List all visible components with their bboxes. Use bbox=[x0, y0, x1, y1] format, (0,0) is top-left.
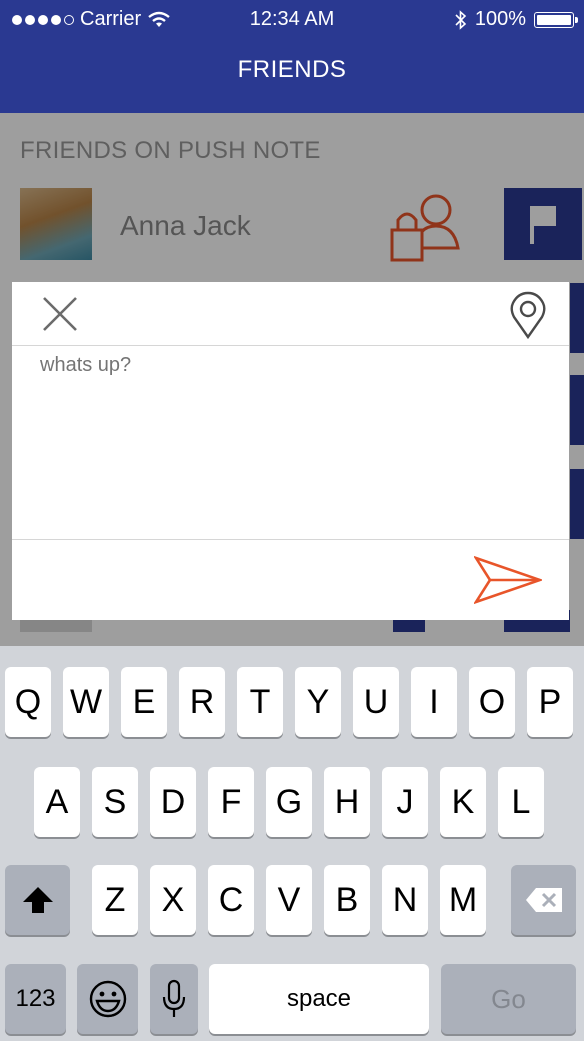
key-label: F bbox=[220, 782, 242, 821]
compose-toolbar bbox=[12, 282, 569, 346]
send-icon bbox=[472, 555, 544, 605]
key-label: R bbox=[189, 682, 215, 721]
backspace-icon bbox=[525, 888, 562, 912]
key-t[interactable]: T bbox=[237, 667, 283, 737]
battery-percent: 100% bbox=[474, 8, 526, 30]
close-icon bbox=[43, 297, 77, 331]
key-label: I bbox=[429, 682, 439, 721]
key-y[interactable]: Y bbox=[295, 667, 341, 737]
key-p[interactable]: P bbox=[527, 667, 573, 737]
key-m[interactable]: M bbox=[440, 865, 486, 935]
key-f[interactable]: F bbox=[208, 767, 254, 837]
compose-dialog bbox=[12, 282, 569, 620]
key-a[interactable]: A bbox=[34, 767, 80, 837]
key-label: N bbox=[392, 880, 418, 919]
go-key[interactable]: Go bbox=[441, 964, 576, 1034]
key-label: X bbox=[161, 880, 185, 919]
key-label: T bbox=[249, 682, 271, 721]
space-key[interactable]: space bbox=[209, 964, 429, 1034]
send-button[interactable] bbox=[472, 555, 544, 605]
key-e[interactable]: E bbox=[121, 667, 167, 737]
key-q[interactable]: Q bbox=[5, 667, 51, 737]
dictation-key[interactable] bbox=[150, 964, 198, 1034]
message-input[interactable] bbox=[40, 354, 540, 524]
app-header: Carrier 12:34 AM 100% FRIENDS bbox=[0, 0, 584, 113]
key-label: C bbox=[218, 880, 244, 919]
go-key-label: Go bbox=[491, 983, 526, 1014]
bluetooth-icon bbox=[455, 9, 467, 30]
key-c[interactable]: C bbox=[208, 865, 254, 935]
key-d[interactable]: D bbox=[150, 767, 196, 837]
shift-key[interactable] bbox=[5, 865, 70, 935]
key-o[interactable]: O bbox=[469, 667, 515, 737]
page-title: FRIENDS bbox=[237, 56, 347, 83]
key-label: V bbox=[277, 880, 301, 919]
key-label: A bbox=[45, 782, 69, 821]
key-x[interactable]: X bbox=[150, 865, 196, 935]
status-right: 100% bbox=[455, 8, 578, 31]
key-label: Z bbox=[104, 880, 126, 919]
key-label: S bbox=[103, 782, 127, 821]
key-label: E bbox=[132, 682, 156, 721]
key-label: H bbox=[334, 782, 360, 821]
key-b[interactable]: B bbox=[324, 865, 370, 935]
key-w[interactable]: W bbox=[63, 667, 109, 737]
key-label: G bbox=[275, 782, 303, 821]
compose-footer bbox=[12, 539, 569, 621]
key-label: Y bbox=[306, 682, 330, 721]
key-z[interactable]: Z bbox=[92, 865, 138, 935]
keyboard: QWERTYU IOP ASDFGHJKL ZXCVBNM 123 space G… bbox=[0, 646, 584, 1041]
key-label: K bbox=[451, 782, 475, 821]
location-button[interactable] bbox=[508, 291, 548, 340]
key-label: U bbox=[363, 682, 389, 721]
key-k[interactable]: K bbox=[440, 767, 486, 837]
key-label: P bbox=[538, 682, 562, 721]
key-s[interactable]: S bbox=[92, 767, 138, 837]
key-g[interactable]: G bbox=[266, 767, 312, 837]
microphone-icon bbox=[162, 979, 186, 1017]
key-label: D bbox=[160, 782, 186, 821]
space-key-label: space bbox=[286, 985, 352, 1012]
key-label: J bbox=[396, 782, 414, 821]
key-label: Q bbox=[14, 682, 42, 721]
key-j[interactable]: J bbox=[382, 767, 428, 837]
key-label: M bbox=[448, 880, 478, 919]
close-button[interactable] bbox=[40, 296, 80, 332]
key-label: L bbox=[511, 782, 531, 821]
key-label: W bbox=[69, 682, 103, 721]
key-v[interactable]: V bbox=[266, 865, 312, 935]
battery-icon bbox=[534, 11, 578, 28]
numbers-key-label: 123 bbox=[15, 985, 56, 1012]
key-label: B bbox=[335, 880, 359, 919]
key-l[interactable]: L bbox=[498, 767, 544, 837]
backspace-key[interactable] bbox=[511, 865, 576, 935]
status-bar: Carrier 12:34 AM 100% bbox=[0, 0, 584, 40]
key-label: O bbox=[478, 682, 506, 721]
location-pin-icon bbox=[510, 291, 546, 340]
shift-icon bbox=[22, 887, 53, 913]
numbers-key[interactable]: 123 bbox=[5, 964, 66, 1034]
key-h[interactable]: H bbox=[324, 767, 370, 837]
emoji-icon bbox=[89, 980, 126, 1018]
emoji-key[interactable] bbox=[77, 964, 138, 1034]
key-u[interactable]: U bbox=[353, 667, 399, 737]
key-i[interactable]: I bbox=[411, 667, 457, 737]
key-r[interactable]: R bbox=[179, 667, 225, 737]
key-n[interactable]: N bbox=[382, 865, 428, 935]
